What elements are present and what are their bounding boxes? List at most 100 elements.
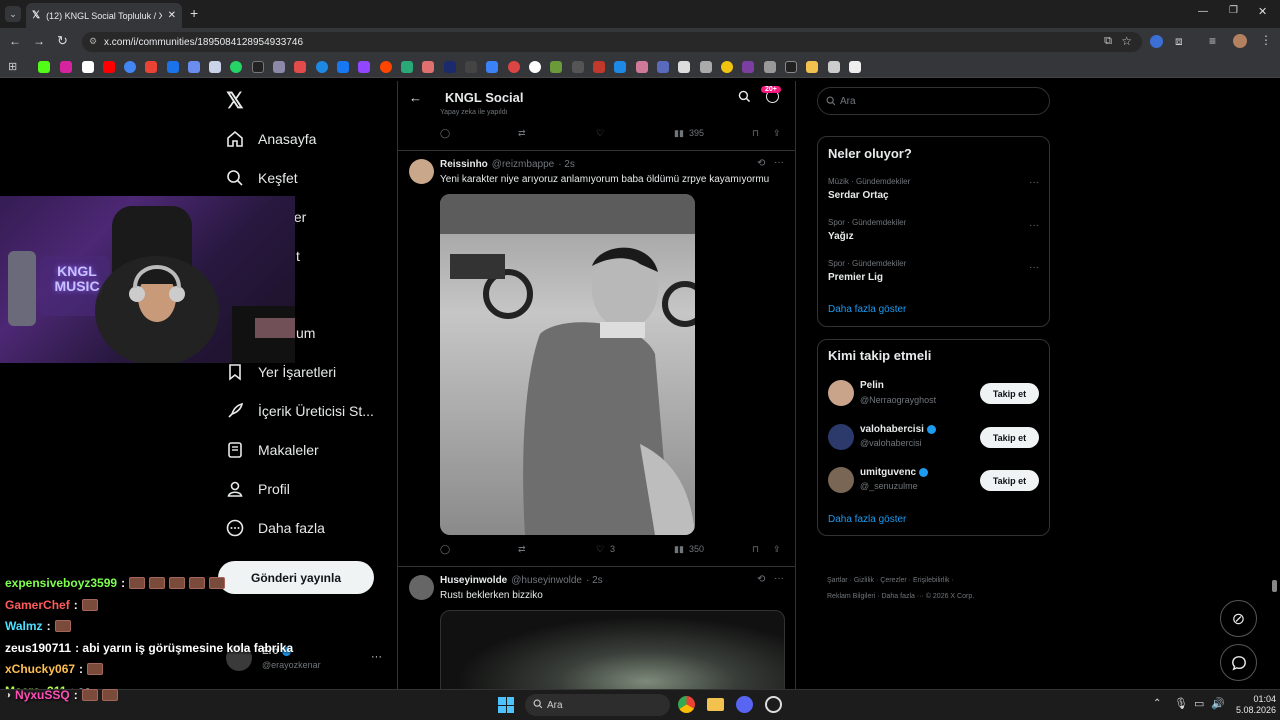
bookmark-icon-33[interactable] xyxy=(721,61,733,73)
trend-item[interactable]: Serdar Ortaç xyxy=(828,190,889,201)
bookmark-icon-24[interactable] xyxy=(529,61,541,73)
post-avatar[interactable] xyxy=(409,159,434,184)
bookmark-icon-20[interactable] xyxy=(444,61,456,73)
nav-profile[interactable]: Profil xyxy=(226,478,290,500)
gmail-bookmark-icon[interactable] xyxy=(145,61,157,73)
bookmark-icon-28[interactable] xyxy=(614,61,626,73)
minimize-button[interactable]: — xyxy=(1198,6,1208,17)
post-author-handle[interactable]: @reizmbappe xyxy=(492,159,554,170)
discord-icon[interactable] xyxy=(736,696,753,713)
youtube-bookmark-icon[interactable] xyxy=(103,61,115,73)
tab-search-button[interactable]: ⌄ xyxy=(5,6,21,22)
bookmark-icon-32[interactable] xyxy=(700,61,712,73)
extension-icon[interactable] xyxy=(1150,35,1163,48)
bookmark-icon-13[interactable] xyxy=(294,61,306,73)
follow-name[interactable]: Pelin xyxy=(860,380,884,391)
back-icon[interactable]: ← xyxy=(9,34,21,48)
bookmark-icon-36[interactable] xyxy=(785,61,797,73)
bookmark-icon-39[interactable] xyxy=(849,61,861,73)
page-scrollbar[interactable] xyxy=(1272,580,1277,592)
bookmark-action-icon[interactable]: ⊓ xyxy=(752,128,759,139)
follow-name-row[interactable]: valohabercisi xyxy=(860,424,936,435)
messages-fab-icon[interactable] xyxy=(1220,644,1257,681)
x-logo-icon[interactable]: 𝕏 xyxy=(226,88,244,114)
nav-articles[interactable]: Makaleler xyxy=(226,439,319,461)
google-bookmark-icon[interactable] xyxy=(124,61,136,73)
bookmark-icon-26[interactable] xyxy=(572,61,584,73)
search-input[interactable]: Ara xyxy=(817,87,1050,115)
bookmark-star-icon[interactable]: ☆ xyxy=(1121,34,1132,48)
facebook-bookmark-icon[interactable] xyxy=(337,61,349,73)
instagram-bookmark-icon[interactable] xyxy=(60,61,72,73)
trends-show-more-link[interactable]: Daha fazla göster xyxy=(828,304,906,315)
nav-explore[interactable]: Keşfet xyxy=(226,167,298,189)
repost-icon[interactable]: ⇄ xyxy=(518,544,526,555)
post-time[interactable]: · 2s xyxy=(558,159,575,170)
share-icon[interactable]: ⇪ xyxy=(773,544,781,555)
taskbar-search[interactable]: Ara xyxy=(525,694,670,716)
chrome-taskbar-icon[interactable] xyxy=(678,696,695,713)
extensions-puzzle-icon[interactable]: ⧈ xyxy=(1175,34,1183,49)
follow-avatar[interactable] xyxy=(828,380,854,406)
volume-icon[interactable]: 🔊 xyxy=(1211,697,1225,710)
bookmark-icon-12[interactable] xyxy=(273,61,285,73)
reply-icon[interactable]: ◯ xyxy=(440,544,450,555)
bookmark-icon-22[interactable] xyxy=(486,61,498,73)
post-image[interactable] xyxy=(440,194,695,535)
bookmark-icon-27[interactable] xyxy=(593,61,605,73)
nav-messages[interactable]: t xyxy=(296,245,300,267)
nav-bookmarks[interactable]: Yer İşaretleri xyxy=(226,361,336,383)
install-app-icon[interactable]: ⧉ xyxy=(1104,35,1112,48)
bookmark-icon-30[interactable] xyxy=(657,61,669,73)
post-author-name[interactable]: Huseyinwolde xyxy=(440,575,507,586)
bookmark-icon-21[interactable] xyxy=(465,61,477,73)
trend-more-icon[interactable]: ··· xyxy=(1029,220,1039,231)
follow-button[interactable]: Takip et xyxy=(980,383,1039,404)
follow-button[interactable]: Takip et xyxy=(980,427,1039,448)
reddit-bookmark-icon[interactable] xyxy=(380,61,392,73)
reload-icon[interactable]: ↻ xyxy=(57,33,68,49)
bookmark-icon-11[interactable] xyxy=(252,61,264,73)
bookmark-icon-29[interactable] xyxy=(636,61,648,73)
kick-bookmark-icon[interactable] xyxy=(38,61,50,73)
twitch-bookmark-icon[interactable] xyxy=(358,61,370,73)
display-icon[interactable]: ▭ xyxy=(1194,697,1204,710)
bookmark-icon-38[interactable] xyxy=(828,61,840,73)
repost-icon[interactable]: ⇄ xyxy=(518,128,526,139)
maximize-button[interactable]: ❐ xyxy=(1229,5,1238,16)
bookmark-icon-18[interactable] xyxy=(401,61,413,73)
bookmark-icon-35[interactable] xyxy=(764,61,776,73)
post-video-thumbnail[interactable] xyxy=(440,610,785,689)
like-icon[interactable]: ♡ xyxy=(596,544,604,555)
site-info-icon[interactable]: ⚙ xyxy=(89,36,97,47)
file-explorer-icon[interactable] xyxy=(707,698,724,711)
taskbar-clock[interactable]: 01:04 5.08.2026 xyxy=(1236,694,1276,716)
who-show-more-link[interactable]: Daha fazla göster xyxy=(828,514,906,525)
address-bar[interactable]: ⚙ x.com/i/communities/189508412895493374… xyxy=(82,32,1142,52)
grok-icon[interactable]: ⊘ xyxy=(1220,600,1257,637)
post-button[interactable]: Gönderi yayınla xyxy=(218,561,374,594)
trend-more-icon[interactable]: ··· xyxy=(1029,262,1039,273)
bookmark-icon-31[interactable] xyxy=(678,61,690,73)
close-window-button[interactable]: ✕ xyxy=(1258,5,1267,18)
tray-chevron-icon[interactable]: ⌃ xyxy=(1153,698,1161,709)
trend-item[interactable]: Yağız xyxy=(828,231,854,242)
post-avatar[interactable] xyxy=(409,575,434,600)
reading-list-icon[interactable]: ≡ xyxy=(1209,34,1216,48)
community-search-icon[interactable] xyxy=(738,90,751,108)
follow-button[interactable]: Takip et xyxy=(980,470,1039,491)
bookmark-icon-25[interactable] xyxy=(550,61,562,73)
tab-close-icon[interactable]: ✕ xyxy=(168,10,176,21)
views-icon[interactable]: ▮▮ xyxy=(674,544,684,555)
bookmark-icon-8[interactable] xyxy=(188,61,200,73)
whatsapp-bookmark-icon[interactable] xyxy=(230,61,242,73)
bookmark-action-icon[interactable]: ⊓ xyxy=(752,544,759,555)
post-author-name[interactable]: Reissinho xyxy=(440,159,488,170)
bookmark-icon-23[interactable] xyxy=(508,61,520,73)
browser-tab-active[interactable]: 𝕏 (12) KNGL Social Topluluk / X ✕ xyxy=(26,3,182,28)
share-icon[interactable]: ⇪ xyxy=(773,128,781,139)
bookmark-icon-34[interactable] xyxy=(742,61,754,73)
menu-kebab-icon[interactable]: ⋮ xyxy=(1260,33,1272,47)
new-tab-button[interactable]: + xyxy=(190,5,198,21)
reply-icon[interactable]: ◯ xyxy=(440,128,450,139)
